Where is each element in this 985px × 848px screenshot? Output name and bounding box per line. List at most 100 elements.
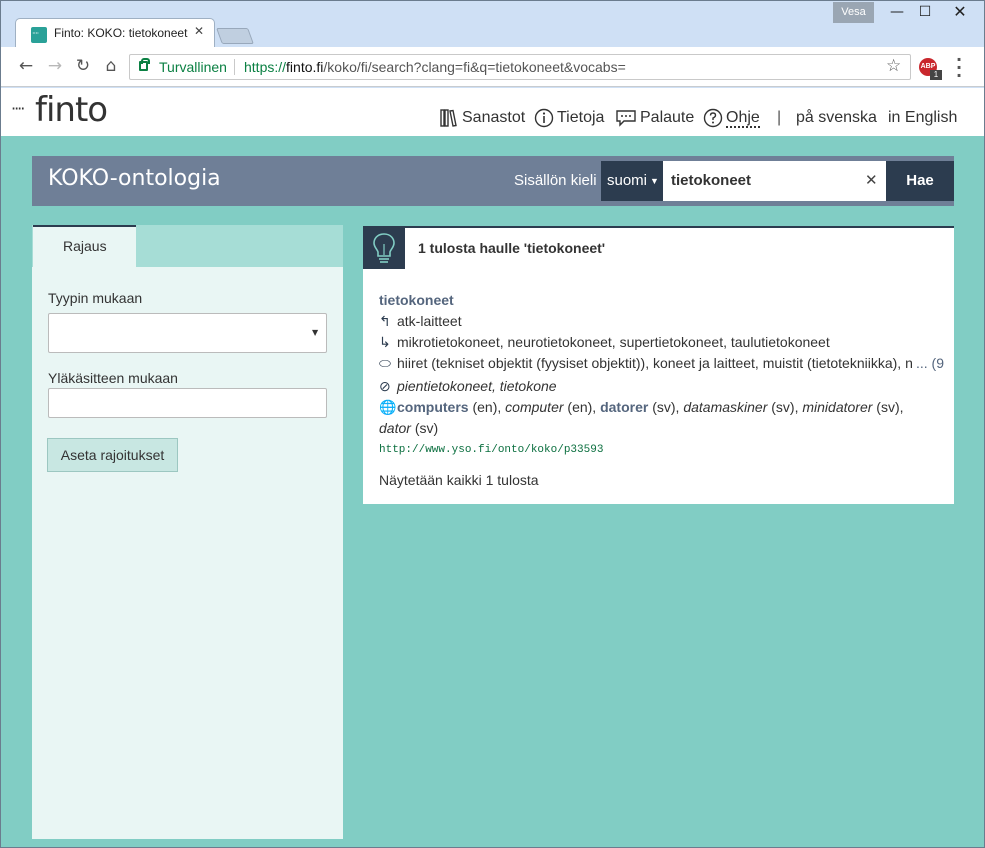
maximize-icon[interactable]: ☐ xyxy=(910,1,940,23)
lang-sv-4: (sv) xyxy=(414,420,439,436)
label-datamaskiner: datamaskiner xyxy=(683,399,768,415)
finto-logo[interactable]: ···· finto xyxy=(11,88,111,134)
page-content: ···· finto Sanastot Tietoja Palaute Ohje… xyxy=(1,88,984,847)
result-uri-link[interactable]: http://www.yso.fi/onto/koko/p33593 xyxy=(379,441,603,459)
narrower-value: mikrotietokoneet, neurotietokoneet, supe… xyxy=(397,334,830,350)
lang-sv-1: (sv), xyxy=(652,399,680,415)
type-filter-label: Tyypin mukaan xyxy=(48,290,143,306)
sidebar-tabs: Rajaus xyxy=(32,225,343,267)
vocabulary-bar: KOKO-ontologia Sisällön kieli suomi ▼ tie… xyxy=(32,156,954,206)
nav-ohje-label: Ohje xyxy=(726,109,760,128)
result-narrower: ↳ mikrotietokoneet, neurotietokoneet, sup… xyxy=(379,333,830,351)
browser-toolbar: ← → ↻ ⌂ Turvallinen https://finto.fi/kok… xyxy=(1,47,984,87)
label-computer: computer xyxy=(505,399,564,415)
browser-window: Vesa — ☐ ✕ Finto: KOKO: tietokoneet ✕ ← … xyxy=(0,0,985,848)
bookmark-star-icon[interactable]: ☆ xyxy=(886,56,901,76)
content-language-label: Sisällön kieli xyxy=(514,172,597,189)
parent-filter-input[interactable] xyxy=(48,388,327,418)
home-icon[interactable]: ⌂ xyxy=(99,54,123,78)
result-broader: ↰ atk-laitteet xyxy=(379,312,462,330)
related-icon: ⬭ xyxy=(379,355,391,371)
result-other-languages-cont: dator (sv) xyxy=(379,419,438,437)
url-host: finto.fi xyxy=(286,59,324,75)
new-tab-button[interactable] xyxy=(216,28,254,44)
related-more-link[interactable]: ... (9) xyxy=(913,354,944,372)
lang-sv-2: (sv), xyxy=(771,399,799,415)
secure-label: Turvallinen xyxy=(159,59,227,75)
caret-down-icon: ▼ xyxy=(650,176,659,187)
nav-ohje[interactable]: Ohje xyxy=(703,108,760,128)
results-footer: Näytetään kaikki 1 tulosta xyxy=(379,472,539,488)
type-filter-select[interactable]: ▼ xyxy=(48,313,327,353)
search-input[interactable]: tietokoneet ✕ xyxy=(663,161,886,201)
lang-english-link[interactable]: in English xyxy=(888,108,957,128)
result-other-languages: 🌐computers (en), computer (en), datorer … xyxy=(379,398,904,416)
speech-bubble-icon xyxy=(616,110,636,127)
lang-en-1: (en), xyxy=(472,399,502,415)
help-icon xyxy=(703,108,723,128)
browser-tab[interactable]: Finto: KOKO: tietokoneet ✕ xyxy=(15,18,215,48)
logo-text: finto xyxy=(35,90,108,130)
filter-sidebar: Rajaus Tyypin mukaan ▼ Yläkäsitteen muka… xyxy=(32,225,343,839)
nav-divider: | xyxy=(777,109,782,126)
result-related: ⬭ hiiret (tekniset objektit (fyysiset obj… xyxy=(379,354,944,372)
tab-title: Finto: KOKO: tietokoneet xyxy=(54,26,188,40)
logo-dots: ···· xyxy=(11,99,25,118)
nav-sanastot[interactable]: Sanastot xyxy=(439,108,525,128)
forward-arrow-icon[interactable]: → xyxy=(43,54,67,78)
search-value: tietokoneet xyxy=(671,172,752,189)
back-arrow-icon[interactable]: ← xyxy=(14,54,38,78)
narrower-arrow-icon: ↳ xyxy=(379,334,391,350)
parent-filter-label: Yläkäsitteen mukaan xyxy=(48,370,178,386)
label-minidatorer: minidatorer xyxy=(802,399,873,415)
related-value: hiiret (tekniset objektit (fyysiset obje… xyxy=(397,355,944,371)
site-header: ···· finto Sanastot Tietoja Palaute Ohje… xyxy=(1,88,984,136)
finto-favicon-icon xyxy=(31,27,47,43)
lock-icon xyxy=(139,58,150,71)
lang-swedish-link[interactable]: på svenska xyxy=(796,108,877,128)
lang-sv-3: (sv), xyxy=(876,399,904,415)
globe-icon: 🌐 xyxy=(379,399,397,415)
minimize-icon[interactable]: — xyxy=(882,1,912,23)
url-text: https://finto.fi/koko/fi/search?clang=fi… xyxy=(244,59,626,75)
close-window-icon[interactable]: ✕ xyxy=(945,1,975,23)
label-dator: dator xyxy=(379,420,411,436)
address-separator xyxy=(234,59,235,75)
apply-filters-button[interactable]: Aseta rajoitukset xyxy=(47,438,178,472)
nav-palaute[interactable]: Palaute xyxy=(615,108,694,128)
profile-button[interactable]: Vesa xyxy=(833,2,874,23)
label-computers: computers xyxy=(397,399,469,415)
title-bar: Vesa — ☐ ✕ Finto: KOKO: tietokoneet ✕ xyxy=(1,1,984,48)
address-bar[interactable]: Turvallinen https://finto.fi/koko/fi/sea… xyxy=(129,54,911,80)
url-scheme: https:// xyxy=(244,59,287,75)
no-entry-icon: ⊘ xyxy=(379,378,391,394)
content-language-value: suomi xyxy=(607,172,648,189)
lang-en-2: (en), xyxy=(567,399,597,415)
tab-rajaus[interactable]: Rajaus xyxy=(33,225,136,267)
lightbulb-icon xyxy=(363,228,405,269)
nav-palaute-label: Palaute xyxy=(640,109,695,126)
url-path: /koko/fi/search?clang=fi&q=tietokoneet&v… xyxy=(323,59,626,75)
alt-labels-value: pientietokoneet, tietokone xyxy=(397,378,557,394)
search-button[interactable]: Hae xyxy=(886,161,954,201)
nav-tietoja-label: Tietoja xyxy=(557,109,605,126)
content-language-dropdown[interactable]: suomi ▼ xyxy=(601,161,663,201)
vocabulary-title[interactable]: KOKO-ontologia xyxy=(48,166,221,191)
search-results: 1 tulosta haulle 'tietokoneet' tietokone… xyxy=(363,226,954,504)
tab-close-icon[interactable]: ✕ xyxy=(194,24,204,38)
broader-arrow-icon: ↰ xyxy=(379,313,391,329)
label-datorer: datorer xyxy=(600,399,649,415)
select-caret-icon: ▼ xyxy=(312,328,319,337)
result-alt-labels: ⊘ pientietokoneet, tietokone xyxy=(379,377,557,395)
adblock-badge: 1 xyxy=(930,70,942,80)
result-count: 1 tulosta haulle 'tietokoneet' xyxy=(418,240,606,256)
clear-search-icon[interactable]: ✕ xyxy=(865,171,878,189)
result-pref-label[interactable]: tietokoneet xyxy=(379,291,454,309)
info-icon xyxy=(534,108,554,128)
books-icon xyxy=(440,109,457,127)
nav-tietoja[interactable]: Tietoja xyxy=(534,108,604,128)
nav-sanastot-label: Sanastot xyxy=(462,109,526,126)
browser-menu-icon[interactable]: · · · xyxy=(952,52,966,84)
reload-icon[interactable]: ↻ xyxy=(71,54,95,78)
broader-value: atk-laitteet xyxy=(397,313,462,329)
